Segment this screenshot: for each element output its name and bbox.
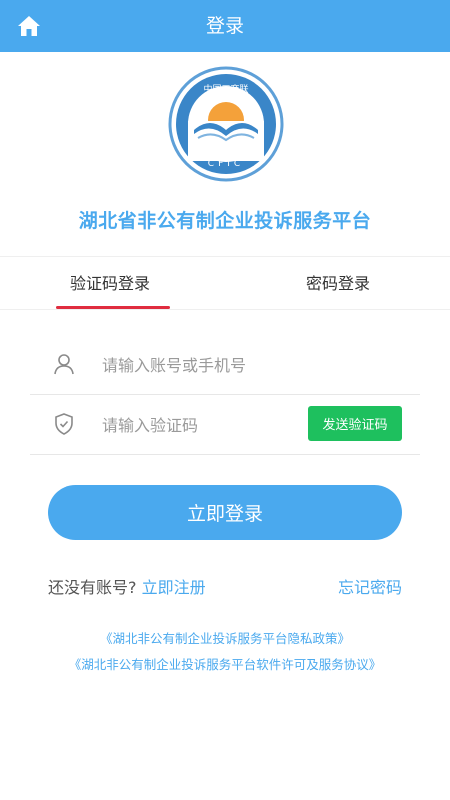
- tab-password-login[interactable]: 密码登录: [268, 257, 408, 309]
- user-icon: [52, 352, 76, 376]
- login-tabs: 验证码登录 密码登录: [0, 256, 450, 310]
- shield-icon: [52, 412, 76, 436]
- login-button[interactable]: 立即登录: [48, 485, 402, 540]
- send-code-button[interactable]: 发送验证码: [308, 406, 402, 441]
- account-input[interactable]: [100, 348, 324, 382]
- code-input[interactable]: [100, 408, 324, 442]
- logo-bottom-text: CFIC: [208, 159, 244, 169]
- register-link[interactable]: 立即注册: [142, 578, 206, 597]
- code-row: 发送验证码: [30, 394, 420, 455]
- page-title: 登录: [205, 15, 244, 37]
- platform-title: 湖北省非公有制企业投诉服务平台: [78, 210, 372, 232]
- register-prompt: 还没有账号?: [48, 578, 137, 597]
- cfic-logo: 中国工商联 CFIC: [168, 66, 284, 182]
- forgot-password-link[interactable]: 忘记密码: [338, 574, 402, 598]
- tab-code-login[interactable]: 验证码登录: [40, 257, 180, 309]
- logo-top-text: 中国工商联: [203, 83, 248, 95]
- register-line: 还没有账号? 立即注册: [48, 574, 206, 598]
- privacy-policy-link[interactable]: 《湖北非公有制企业投诉服务平台隐私政策》: [0, 628, 450, 647]
- header-bar: 登录: [0, 0, 450, 52]
- tab-active-indicator: [56, 306, 170, 309]
- service-agreement-link[interactable]: 《湖北非公有制企业投诉服务平台软件许可及服务协议》: [0, 654, 450, 673]
- account-row: [30, 334, 420, 395]
